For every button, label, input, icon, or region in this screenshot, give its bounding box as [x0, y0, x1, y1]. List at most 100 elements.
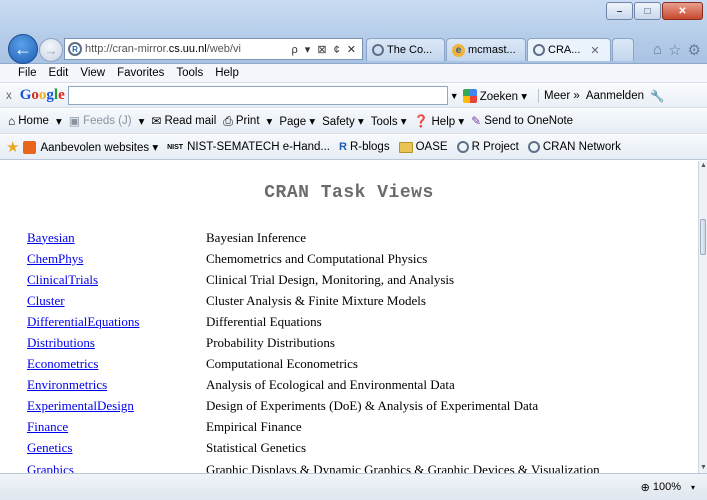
gear-icon[interactable]: ⚙: [688, 41, 701, 59]
task-view-link[interactable]: Graphics: [27, 462, 74, 473]
task-view-link[interactable]: Econometrics: [27, 356, 98, 371]
fav-oase[interactable]: OASE: [398, 141, 448, 153]
home-dropdown[interactable]: ▾: [56, 114, 62, 128]
print-dropdown[interactable]: ▾: [267, 114, 273, 128]
google-search-input[interactable]: [67, 86, 448, 105]
task-view-name-cell: ExperimentalDesign: [27, 396, 206, 417]
zoeken-label: Zoeken ▾: [479, 90, 528, 103]
task-view-link[interactable]: Genetics: [27, 440, 72, 455]
vertical-scrollbar[interactable]: ▲ ▼: [698, 161, 707, 473]
task-view-link[interactable]: Environmetrics: [27, 377, 107, 392]
task-views-table: Bayesian Bayesian Inference ChemPhys Chemom…: [27, 227, 600, 473]
mail-icon: ✉: [151, 114, 162, 128]
close-toolbar-icon[interactable]: x: [6, 90, 12, 102]
zoom-dropdown-icon[interactable]: ▾: [691, 483, 695, 492]
fav-label: NIST-SEMATECH e-Hand...: [187, 141, 330, 153]
menu-view[interactable]: View: [80, 67, 105, 79]
fav-label: OASE: [415, 141, 448, 153]
safety-menu[interactable]: Safety ▾: [322, 114, 364, 128]
table-row: Genetics Statistical Genetics: [27, 438, 600, 459]
task-view-name-cell: ClinicalTrials: [27, 269, 206, 290]
task-view-description: Analysis of Ecological and Environmental…: [206, 377, 455, 393]
menu-help[interactable]: Help: [215, 67, 239, 79]
task-view-link[interactable]: ChemPhys: [27, 251, 83, 266]
forward-button[interactable]: →: [39, 38, 63, 62]
cran-favicon-icon: [533, 44, 545, 56]
zoom-control[interactable]: ⊕ 100% ▾: [641, 481, 695, 494]
home-icon[interactable]: ⌂: [653, 41, 662, 59]
menu-file[interactable]: File: [18, 67, 37, 79]
menu-favorites[interactable]: Favorites: [117, 67, 164, 79]
new-tab-button[interactable]: [612, 38, 634, 61]
task-view-description: Computational Econometrics: [206, 356, 358, 372]
fav-label: R-blogs: [349, 141, 390, 153]
page-menu[interactable]: Page ▾: [279, 114, 315, 128]
feeds-button[interactable]: ▣ Feeds (J): [69, 114, 132, 128]
task-view-link[interactable]: DifferentialEquations: [27, 314, 139, 329]
close-window-button[interactable]: ✕: [662, 2, 703, 20]
table-row: Environmetrics Analysis of Ecological and…: [27, 375, 600, 396]
maximize-button[interactable]: □: [634, 2, 661, 20]
tools-menu[interactable]: Tools ▾: [371, 114, 407, 128]
tab-label: CRA...: [548, 44, 581, 56]
scrollbar-thumb[interactable]: [700, 219, 706, 255]
command-bar: ⌂ Home ▾ ▣ Feeds (J) ▾ ✉ Read mail ⎙ Print ▾…: [0, 109, 707, 134]
feeds-dropdown[interactable]: ▾: [139, 114, 145, 128]
tab-label: mcmast...: [468, 44, 516, 56]
task-view-description: Empirical Finance: [206, 419, 302, 435]
fav-aanbevolen-websites[interactable]: Aanbevolen websites ▾: [23, 140, 158, 154]
google-logo: Google: [19, 87, 65, 103]
star-icon[interactable]: ☆: [668, 41, 681, 59]
home-label: Home: [18, 115, 49, 127]
menu-tools[interactable]: Tools: [176, 67, 203, 79]
help-icon: ❓: [413, 114, 429, 128]
cran-favicon-icon: [456, 141, 469, 153]
tab-the-co[interactable]: The Co...: [366, 38, 445, 61]
wrench-icon[interactable]: 🔧: [650, 89, 664, 103]
help-menu[interactable]: ❓ Help ▾: [414, 114, 465, 128]
task-view-link[interactable]: Finance: [27, 419, 68, 434]
task-view-description: Bayesian Inference: [206, 229, 306, 245]
arrow-right-icon: →: [44, 42, 58, 58]
search-dropdown-icon[interactable]: ▼: [450, 91, 459, 101]
task-view-link[interactable]: ExperimentalDesign: [27, 398, 134, 413]
folder-icon: [398, 141, 413, 153]
minimize-button[interactable]: –: [606, 2, 633, 20]
task-view-link[interactable]: Bayesian: [27, 230, 75, 245]
suggested-sites-icon: [23, 140, 37, 154]
print-icon: ⎙: [223, 113, 233, 128]
task-view-link[interactable]: Distributions: [27, 335, 95, 350]
address-bar[interactable]: R http://cran-mirror.cs.uu.nl/web/vi ρ ▾…: [64, 38, 363, 60]
tab-mcmast[interactable]: e mcmast...: [446, 38, 526, 61]
task-view-link[interactable]: Cluster: [27, 293, 65, 308]
meer-button[interactable]: Meer »: [544, 90, 580, 102]
task-view-link[interactable]: ClinicalTrials: [27, 272, 98, 287]
menu-edit[interactable]: Edit: [49, 67, 69, 79]
scroll-up-icon[interactable]: ▲: [699, 161, 707, 171]
address-tools[interactable]: ρ ▾ ⊠ ¢ ✕: [287, 43, 362, 56]
table-row: Econometrics Computational Econometrics: [27, 354, 600, 375]
print-button[interactable]: ⎙ Print: [223, 114, 259, 129]
tab-cran[interactable]: CRA... ✕: [527, 38, 611, 61]
home-button[interactable]: ⌂ Home: [8, 114, 49, 128]
page-content: CRAN Task Views Bayesian Bayesian Inferen…: [0, 161, 698, 473]
task-view-name-cell: ChemPhys: [27, 248, 206, 269]
zoom-level: 100%: [652, 481, 681, 493]
table-row: ChemPhys Chemometrics and Computational P…: [27, 248, 600, 269]
read-mail-label: Read mail: [164, 115, 217, 127]
cran-favicon-icon: [372, 44, 384, 56]
tab-close-icon[interactable]: ✕: [590, 44, 599, 57]
aanmelden-button[interactable]: Aanmelden: [586, 90, 644, 102]
send-to-onenote-button[interactable]: ✎ Send to OneNote: [471, 114, 573, 128]
back-button[interactable]: ←: [8, 34, 38, 64]
zoeken-button[interactable]: Zoeken ▾: [462, 88, 528, 103]
favorites-star-icon[interactable]: ★: [6, 138, 19, 156]
task-view-name-cell: Econometrics: [27, 354, 206, 375]
read-mail-button[interactable]: ✉ Read mail: [151, 114, 216, 128]
fav-r-project[interactable]: R Project: [456, 141, 519, 153]
address-url[interactable]: http://cran-mirror.cs.uu.nl/web/vi: [85, 43, 287, 55]
scroll-down-icon[interactable]: ▼: [699, 463, 707, 473]
fav-r-blogs[interactable]: R R-blogs: [339, 141, 390, 153]
fav-cran-network[interactable]: CRAN Network: [527, 141, 621, 153]
fav-nist-sematech[interactable]: NIST NIST-SEMATECH e-Hand...: [167, 141, 330, 153]
